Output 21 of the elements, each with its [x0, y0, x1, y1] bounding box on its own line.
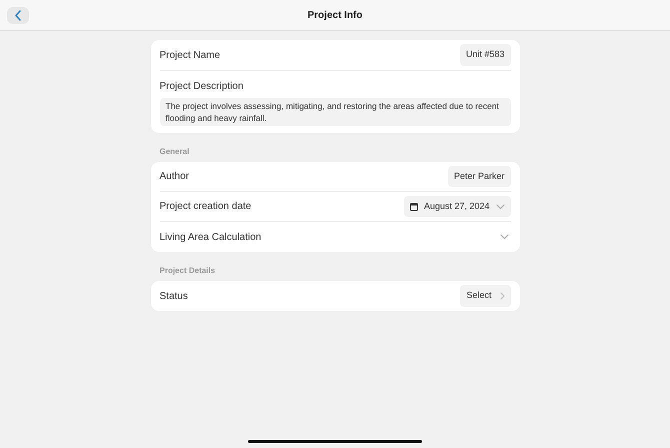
value-chip: Unit #583 — [460, 44, 510, 66]
select-button[interactable]: Select — [460, 285, 510, 307]
back-button[interactable] — [7, 6, 29, 24]
field-label: Project creation date — [160, 200, 252, 214]
section-header: Project Details — [158, 265, 216, 277]
date-picker[interactable]: August 27, 2024 — [404, 196, 510, 218]
section-header: General — [158, 146, 190, 158]
field-label: Status — [160, 290, 188, 304]
page-title: Project Info — [308, 8, 362, 22]
field-label: Project Name — [160, 48, 220, 62]
expand-button[interactable] — [500, 234, 510, 240]
calendar-icon — [410, 202, 418, 210]
back-icon — [14, 10, 22, 20]
chevron-right-icon — [500, 292, 504, 300]
description-text: The project involves assessing, mitigating, and restoring the areas affected due to recent flooding and heavy rainfall. — [160, 98, 510, 126]
field-label: Living Area Calculation — [160, 230, 262, 244]
field-label: Project Description — [160, 80, 244, 94]
value-chip: Peter Parker — [448, 166, 510, 188]
chevron-down-icon — [500, 234, 508, 240]
chevron-down-icon — [496, 204, 504, 210]
field-label: Author — [160, 170, 189, 184]
